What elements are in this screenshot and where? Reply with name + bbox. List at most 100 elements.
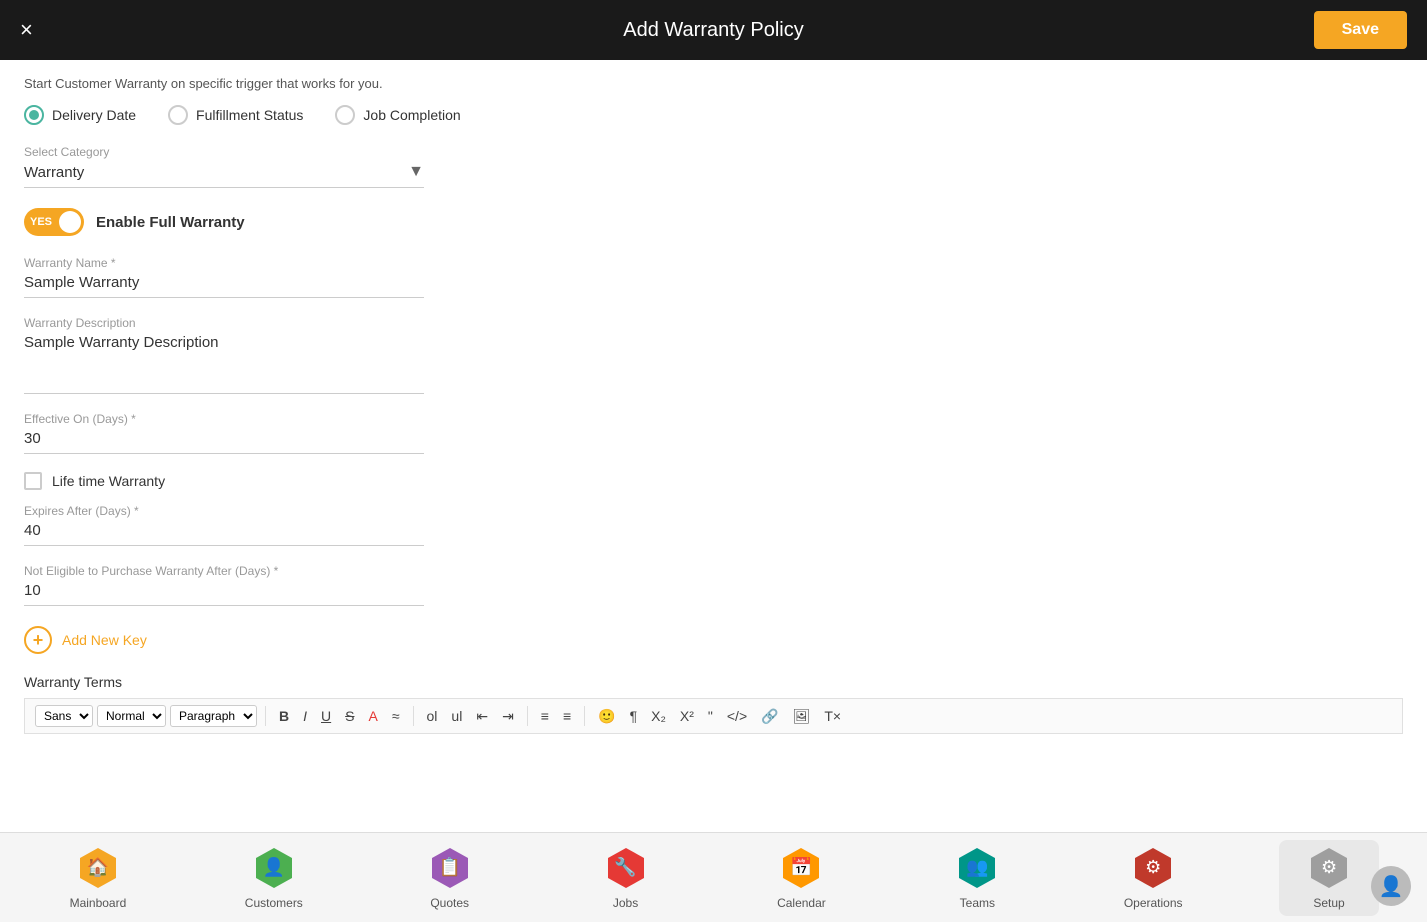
warranty-name-label: Warranty Name * — [24, 256, 424, 270]
category-select[interactable]: Warranty ▼ — [24, 163, 424, 188]
toggle-knob — [59, 211, 81, 233]
blockquote-button[interactable]: " — [703, 706, 718, 726]
link-button[interactable]: 🔗 — [756, 706, 783, 727]
paragraph-select[interactable]: Paragraph — [170, 705, 257, 727]
warranty-name-field: Warranty Name * Sample Warranty — [24, 256, 424, 298]
not-eligible-label: Not Eligible to Purchase Warranty After … — [24, 564, 424, 578]
teams-icon-glyph: 👥 — [966, 857, 988, 878]
lifetime-warranty-checkbox[interactable] — [24, 472, 42, 490]
calendar-icon: 📅 — [779, 846, 823, 890]
add-new-key-row[interactable]: + Add New Key — [24, 626, 1403, 654]
font-color-button[interactable]: A — [363, 706, 382, 726]
image-button[interactable]: 🖼 — [788, 706, 816, 727]
toolbar-divider-3 — [527, 706, 528, 726]
operations-icon: ⚙ — [1131, 846, 1175, 890]
radio-fulfillment-status-label: Fulfillment Status — [196, 107, 303, 123]
unordered-list-button[interactable]: ul — [446, 706, 467, 726]
nav-mainboard-label: Mainboard — [70, 896, 127, 910]
superscript-button[interactable]: X² — [675, 706, 699, 726]
lifetime-warranty-row: Life time Warranty — [24, 472, 1403, 490]
radio-job-completion[interactable]: Job Completion — [335, 105, 460, 125]
teams-icon: 👥 — [955, 846, 999, 890]
nav-calendar[interactable]: 📅 Calendar — [751, 846, 851, 910]
radio-job-completion-indicator — [335, 105, 355, 125]
operations-icon-glyph: ⚙ — [1145, 857, 1161, 878]
warranty-terms-section: Warranty Terms Sans Normal Paragraph B I… — [24, 674, 1403, 734]
radio-fulfillment-status[interactable]: Fulfillment Status — [168, 105, 303, 125]
nav-teams[interactable]: 👥 Teams — [927, 846, 1027, 910]
nav-jobs-label: Jobs — [613, 896, 638, 910]
avatar[interactable]: 👤 — [1371, 866, 1411, 906]
align-left-button[interactable]: ≡ — [536, 706, 554, 726]
full-warranty-toggle[interactable]: YES — [24, 208, 84, 236]
lifetime-warranty-label: Life time Warranty — [52, 473, 165, 489]
highlight-button[interactable]: ≈ — [387, 706, 405, 726]
underline-button[interactable]: U — [316, 706, 336, 726]
category-label: Select Category — [24, 145, 1403, 159]
ordered-list-button[interactable]: ol — [422, 706, 443, 726]
nav-mainboard[interactable]: 🏠 Mainboard — [48, 846, 148, 910]
category-value: Warranty — [24, 164, 408, 181]
emoji-button[interactable]: 🙂 — [593, 706, 620, 727]
add-new-key-icon: + — [24, 626, 52, 654]
effective-on-value[interactable]: 30 — [24, 430, 424, 454]
strikethrough-button[interactable]: S — [340, 706, 359, 726]
effective-on-label: Effective On (Days) * — [24, 412, 424, 426]
calendar-icon-glyph: 📅 — [790, 857, 812, 878]
nav-quotes-label: Quotes — [430, 896, 469, 910]
nav-setup[interactable]: ⚙ Setup — [1279, 840, 1379, 916]
setup-icon-glyph: ⚙ — [1321, 857, 1337, 878]
customers-icon-glyph: 👤 — [263, 857, 285, 878]
warranty-description-field: Warranty Description Sample Warranty Des… — [24, 316, 424, 394]
font-weight-select[interactable]: Normal — [97, 705, 166, 727]
page-title: Add Warranty Policy — [623, 19, 803, 42]
close-button[interactable]: × — [20, 19, 33, 41]
expires-after-value[interactable]: 40 — [24, 522, 424, 546]
nav-customers-label: Customers — [245, 896, 303, 910]
jobs-icon: 🔧 — [604, 846, 648, 890]
editor-toolbar: Sans Normal Paragraph B I U S A ≈ ol ul … — [24, 698, 1403, 734]
category-field: Select Category Warranty ▼ — [24, 145, 1403, 188]
warranty-name-value[interactable]: Sample Warranty — [24, 274, 424, 298]
not-eligible-value[interactable]: 10 — [24, 582, 424, 606]
toolbar-divider-2 — [413, 706, 414, 726]
nav-operations[interactable]: ⚙ Operations — [1103, 846, 1203, 910]
indent-inc-button[interactable]: ⇥ — [497, 706, 519, 727]
nav-jobs[interactable]: 🔧 Jobs — [576, 846, 676, 910]
nav-teams-label: Teams — [960, 896, 995, 910]
expires-after-field: Expires After (Days) * 40 — [24, 504, 424, 546]
pilcrow-button[interactable]: ¶ — [625, 706, 643, 726]
align-right-button[interactable]: ≡ — [558, 706, 576, 726]
nav-customers[interactable]: 👤 Customers — [224, 846, 324, 910]
bottom-nav: 🏠 Mainboard 👤 Customers 📋 Quotes 🔧 Jobs — [0, 832, 1427, 922]
mainboard-icon-glyph: 🏠 — [87, 857, 109, 878]
indent-dec-button[interactable]: ⇤ — [471, 706, 493, 727]
effective-on-field: Effective On (Days) * 30 — [24, 412, 424, 454]
expires-after-label: Expires After (Days) * — [24, 504, 424, 518]
code-button[interactable]: </> — [722, 706, 752, 726]
radio-delivery-date[interactable]: Delivery Date — [24, 105, 136, 125]
header: × Add Warranty Policy Save — [0, 0, 1427, 60]
full-warranty-toggle-row: YES Enable Full Warranty — [24, 208, 1403, 236]
toolbar-divider-4 — [584, 706, 585, 726]
bold-button[interactable]: B — [274, 706, 294, 726]
save-button[interactable]: Save — [1314, 11, 1407, 49]
radio-delivery-date-label: Delivery Date — [52, 107, 136, 123]
jobs-icon-glyph: 🔧 — [614, 857, 636, 878]
customers-icon: 👤 — [252, 846, 296, 890]
chevron-down-icon: ▼ — [408, 163, 424, 181]
subscript-button[interactable]: X₂ — [646, 706, 671, 726]
full-warranty-label: Enable Full Warranty — [96, 214, 245, 231]
main-content: Start Customer Warranty on specific trig… — [0, 60, 1427, 832]
nav-setup-label: Setup — [1313, 896, 1344, 910]
nav-quotes[interactable]: 📋 Quotes — [400, 846, 500, 910]
quotes-icon-glyph: 📋 — [438, 857, 460, 878]
trigger-radio-group: Delivery Date Fulfillment Status Job Com… — [24, 105, 1403, 125]
italic-button[interactable]: I — [298, 706, 312, 726]
add-new-key-label: Add New Key — [62, 632, 147, 648]
not-eligible-field: Not Eligible to Purchase Warranty After … — [24, 564, 424, 606]
warranty-description-value[interactable]: Sample Warranty Description — [24, 334, 424, 394]
clear-format-button[interactable]: T× — [819, 706, 846, 726]
font-family-select[interactable]: Sans — [35, 705, 93, 727]
quotes-icon: 📋 — [428, 846, 472, 890]
